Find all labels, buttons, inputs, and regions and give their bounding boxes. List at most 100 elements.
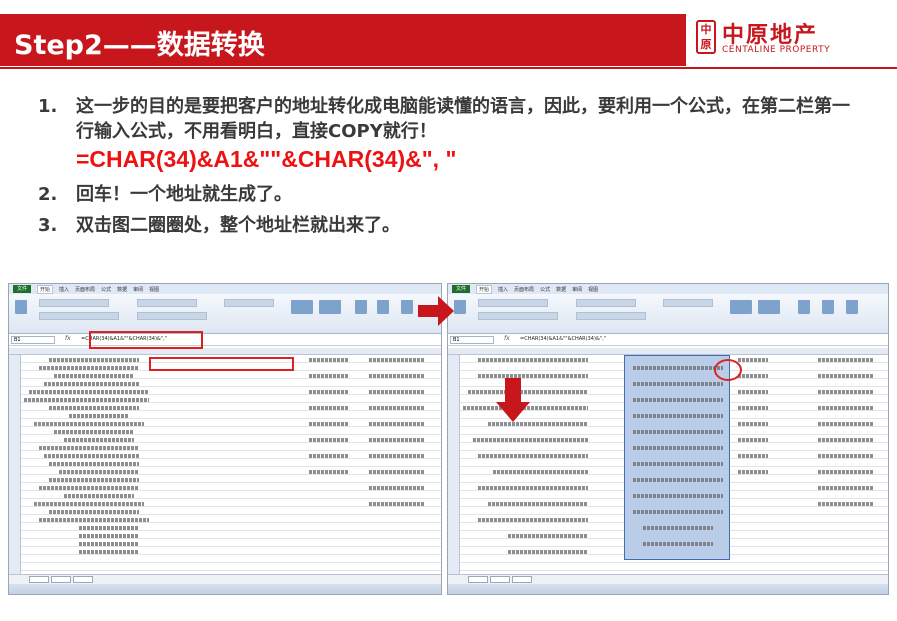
address-cell [29,390,149,394]
sheet-tab [29,576,49,583]
slide-header: Step2——数据转换 中原 中原地产 CENTALINE PROPERTY [0,0,897,69]
ribbon-tabs: 文件 开始 插入 页面布局 公式 数据 审阅 视图 [448,284,888,294]
sheet-tabs [9,574,441,584]
address-cell [79,550,139,554]
address-cell [49,462,139,466]
font-box [39,299,109,307]
converted-cell [643,542,713,546]
ribbon-tab: 页面布局 [75,286,96,293]
format-buttons [39,312,119,320]
info-cell [369,390,424,394]
converted-cell [633,398,723,402]
fill-handle-circle [714,359,742,381]
slide-title: Step2——数据转换 [14,30,265,61]
address-cell [44,382,139,386]
ribbon-tab: 审阅 [572,286,583,293]
style-icon [319,300,341,314]
excel-screenshot-1: 文件 开始 插入 页面布局 公式 数据 审阅 视图 B1 fx =CHAR(34… [8,283,442,595]
name-cell [738,406,768,410]
address-cell [508,550,588,554]
formula-bar: B1 fx =CHAR(34)&A1&""&CHAR(34)&"," [9,334,441,346]
name-cell [309,422,349,426]
column-header [9,348,441,355]
step-number: 1. [38,96,58,117]
ribbon-tab: 数据 [556,286,567,293]
name-cell [738,422,768,426]
instruction-list: 1. 这一步的目的是要把客户的地址转化成电脑能读懂的语言，因此，要利用一个公式，… [38,94,858,238]
address-cell [39,518,149,522]
info-cell [818,438,873,442]
step-3: 3. 双击图二圈圈处，整个地址栏就出来了。 [38,213,858,238]
ribbon-tab: 数据 [117,286,128,293]
address-cell [478,454,588,458]
sheet-tab [73,576,93,583]
info-cell [369,358,424,362]
fx-icon: fx [65,335,71,342]
insert-icon [798,300,810,314]
info-cell [369,438,424,442]
converted-cell [633,446,723,450]
sheet-tab [51,576,71,583]
sheet-tab [512,576,532,583]
fx-icon: fx [504,335,510,342]
address-cell [488,422,588,426]
name-cell [309,454,349,458]
name-cell [738,374,768,378]
info-cell [369,374,424,378]
info-cell [818,374,873,378]
ribbon-toolbar [448,294,888,334]
address-cell [488,502,588,506]
ribbon-toolbar [9,294,441,334]
formula-text: =CHAR(34)&A1&""&CHAR(34)&", " [76,146,457,172]
ribbon-tab: 审阅 [133,286,144,293]
centaline-logo: 中原 中原地产 CENTALINE PROPERTY [690,14,897,66]
address-cell [49,478,139,482]
name-cell [309,470,349,474]
converted-cell [633,366,723,370]
align-buttons [137,312,207,320]
sheet-tabs [448,574,888,584]
step-2: 2. 回车！一个地址就生成了。 [38,182,858,207]
find-icon [846,300,858,314]
step-number: 2. [38,184,58,205]
info-cell [818,486,873,490]
converted-cell [633,478,723,482]
converted-cell [633,430,723,434]
name-cell [309,358,349,362]
info-cell [369,470,424,474]
info-cell [818,422,873,426]
column-header [448,348,888,355]
name-cell [309,438,349,442]
address-cell [79,542,139,546]
paste-icon [454,300,466,314]
name-cell [309,406,349,410]
name-cell [738,358,768,362]
step-number: 3. [38,215,58,236]
info-cell [818,406,873,410]
address-cell [49,358,139,362]
cell-b1-highlight-box [149,357,294,371]
address-cell [478,518,588,522]
converted-cell [633,510,723,514]
row-header [9,355,21,574]
formula-bar-text: =CHAR(34)&A1&""&CHAR(34)&"," [520,336,606,342]
ribbon-tab: 开始 [476,284,493,294]
info-cell [369,454,424,458]
address-cell [64,438,134,442]
arrow-down-icon [496,378,530,422]
info-cell [818,358,873,362]
address-cell [79,534,139,538]
header-divider [0,67,897,69]
ribbon-tab: 页面布局 [514,286,535,293]
info-cell [369,406,424,410]
step-text: 回车！一个地址就生成了。 [76,184,292,205]
converted-cell [633,382,723,386]
step-text: 这一步的目的是要把客户的地址转化成电脑能读懂的语言，因此，要利用一个公式，在第二… [76,96,850,142]
style-icon [291,300,313,314]
file-tab: 文件 [452,285,471,293]
ribbon-tabs: 文件 开始 插入 页面布局 公式 数据 审阅 视图 [9,284,441,294]
address-cell [34,502,144,506]
name-cell [738,470,768,474]
font-box [478,299,548,307]
info-cell [369,422,424,426]
